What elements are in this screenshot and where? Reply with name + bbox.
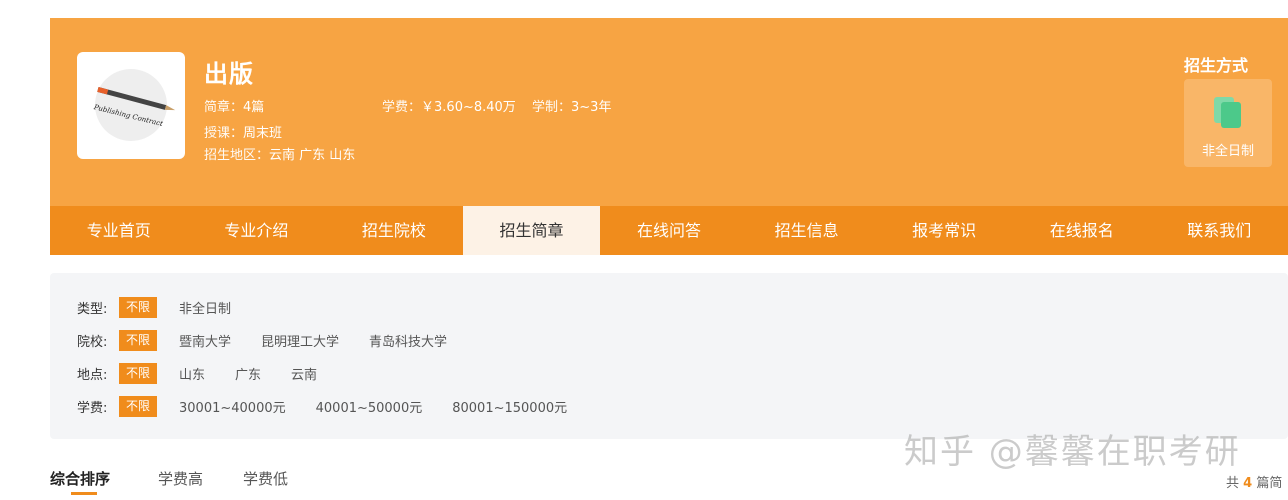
filter-option[interactable]: 40001~50000元 [316, 397, 423, 416]
active-sort-indicator [71, 492, 97, 495]
sort-comprehensive[interactable]: 综合排序 [50, 468, 110, 489]
filter-all-tag[interactable]: 不限 [119, 362, 158, 384]
filter-option[interactable]: 山东 [179, 364, 205, 383]
filter-row-fee: 学费: 不限 30001~40000元 40001~50000元 80001~1… [77, 395, 597, 417]
nav-home[interactable]: 专业首页 [50, 206, 188, 255]
filter-label: 类型: [77, 301, 108, 317]
major-nav: 专业首页 专业介绍 招生院校 招生简章 在线问答 招生信息 报考常识 在线报名 … [50, 206, 1288, 255]
document-icon [1214, 97, 1241, 128]
enroll-method-title: 招生方式 [1184, 56, 1249, 75]
filter-row-type: 类型: 不限 非全日制 [77, 296, 261, 318]
nav-info[interactable]: 招生信息 [738, 206, 876, 255]
filter-option[interactable]: 广东 [235, 364, 261, 383]
nav-contact[interactable]: 联系我们 [1151, 206, 1288, 255]
filter-option[interactable]: 暨南大学 [179, 331, 231, 350]
study-duration: 学制：3~3年 [532, 100, 612, 115]
pen-contract-icon: Publishing Contract [92, 69, 176, 141]
result-count: 共 4 篇简 [1226, 476, 1283, 491]
enroll-region: 招生地区：云南 广东 山东 [204, 148, 356, 163]
zhihu-watermark: 知乎 @馨馨在职考研 [904, 432, 1241, 472]
brief-count: 简章：4篇 [204, 100, 265, 115]
major-banner: Publishing Contract 出版 简章：4篇 学费：￥3.60~8.… [50, 18, 1288, 206]
filter-label: 学费: [77, 400, 108, 416]
filter-label: 地点: [77, 367, 108, 383]
filter-panel: 类型: 不限 非全日制 院校: 不限 暨南大学 昆明理工大学 青岛科技大学 地点… [50, 273, 1288, 439]
nav-brochures[interactable]: 招生简章 [462, 206, 601, 255]
nav-signup[interactable]: 在线报名 [1013, 206, 1151, 255]
nav-schools[interactable]: 招生院校 [325, 206, 463, 255]
filter-option[interactable]: 昆明理工大学 [261, 331, 339, 350]
filter-row-location: 地点: 不限 山东 广东 云南 [77, 362, 347, 384]
filter-option[interactable]: 非全日制 [179, 298, 231, 317]
nav-guide[interactable]: 报考常识 [875, 206, 1013, 255]
tuition-range: 学费：￥3.60~8.40万 [382, 100, 516, 115]
filter-option[interactable]: 80001~150000元 [452, 397, 567, 416]
filter-all-tag[interactable]: 不限 [119, 395, 158, 417]
enroll-method-label: 非全日制 [1201, 144, 1254, 159]
filter-all-tag[interactable]: 不限 [119, 296, 158, 318]
teaching-mode: 授课：周末班 [204, 126, 283, 141]
filter-row-school: 院校: 不限 暨南大学 昆明理工大学 青岛科技大学 [77, 329, 477, 351]
enroll-method-card[interactable]: 非全日制 [1184, 79, 1272, 167]
filter-option[interactable]: 30001~40000元 [179, 397, 286, 416]
major-title: 出版 [204, 60, 254, 88]
filter-all-tag[interactable]: 不限 [119, 329, 158, 351]
filter-option[interactable]: 云南 [291, 364, 317, 383]
nav-intro[interactable]: 专业介绍 [188, 206, 326, 255]
sort-fee-high[interactable]: 学费高 [158, 468, 203, 489]
filter-option[interactable]: 青岛科技大学 [369, 331, 447, 350]
sort-fee-low[interactable]: 学费低 [243, 468, 288, 489]
filter-label: 院校: [77, 334, 108, 350]
major-logo: Publishing Contract [77, 52, 185, 159]
nav-qa[interactable]: 在线问答 [600, 206, 738, 255]
